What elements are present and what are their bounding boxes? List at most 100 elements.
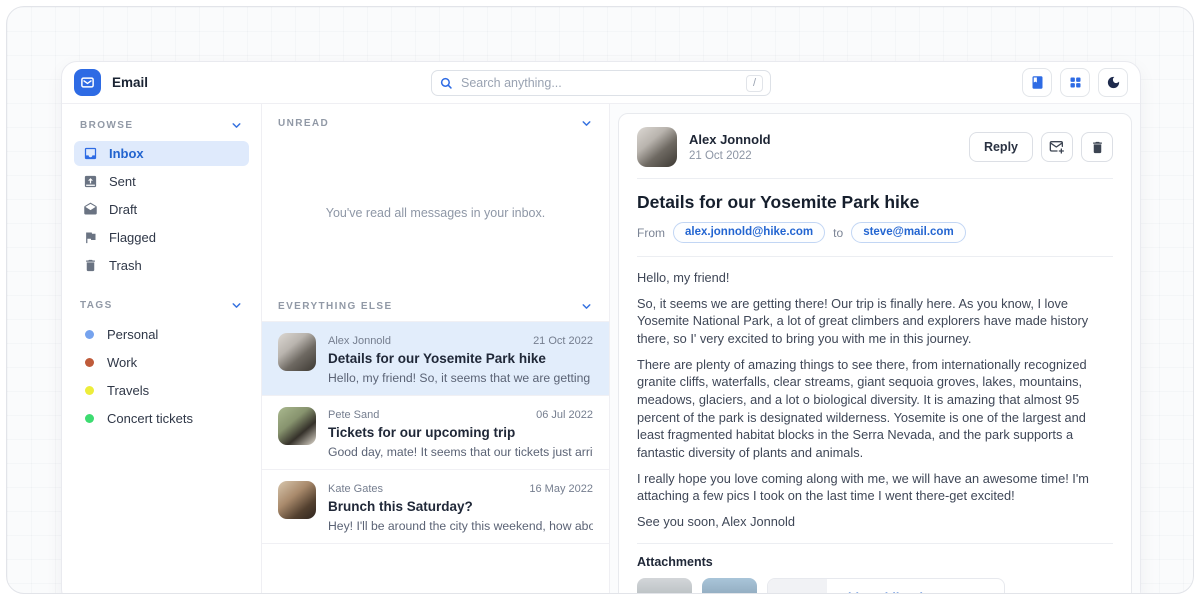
search-input[interactable]: Search anything... / [431, 70, 771, 96]
email-list-item[interactable]: Pete Sand 06 Jul 2022 Tickets for our up… [262, 396, 609, 470]
from-label: From [637, 226, 665, 240]
sidebar-item-sent[interactable]: Sent [74, 169, 249, 194]
avatar [278, 481, 316, 519]
email-detail-card: Alex Jonnold 21 Oct 2022 Reply [618, 113, 1132, 594]
everything-else-section-header: EVERYTHING ELSE [262, 287, 609, 321]
email-item-content: Pete Sand 06 Jul 2022 Tickets for our up… [328, 407, 593, 459]
app-header: Email Search anything... / [62, 62, 1140, 104]
email-date: 06 Jul 2022 [536, 409, 593, 421]
search-shortcut-badge: / [746, 75, 763, 92]
file-info: videos-hike.zip 100 MB [827, 579, 931, 594]
dark-mode-toggle[interactable] [1098, 68, 1128, 97]
everything-else-collapse-toggle[interactable] [580, 300, 593, 313]
attachments-row: videos-hike.zip 100 MB [637, 578, 1113, 594]
email-app-window: Email Search anything... / [61, 61, 1141, 594]
tags-section: TAGS Personal Work [74, 297, 249, 433]
browse-label: BROWSE [80, 120, 133, 131]
tag-color-dot [85, 414, 94, 423]
sidebar-item-trash[interactable]: Trash [74, 253, 249, 278]
email-logo[interactable] [74, 69, 101, 96]
apps-button[interactable] [1060, 68, 1090, 97]
email-sender: Alex Jonnold [328, 335, 391, 347]
tag-color-dot [85, 386, 94, 395]
email-list-item[interactable]: Kate Gates 16 May 2022 Brunch this Satur… [262, 470, 609, 544]
body-paragraph: I really hope you love coming along with… [637, 470, 1113, 505]
email-item-content: Kate Gates 16 May 2022 Brunch this Satur… [328, 481, 593, 533]
email-body: Hello, my friend! So, it seems we are ge… [637, 257, 1113, 544]
mail-list-pane: UNREAD You've read all messages in your … [262, 104, 610, 594]
to-email-chip[interactable]: steve@mail.com [851, 222, 965, 243]
forward-to-inbox-icon [1049, 139, 1065, 155]
sender-avatar [637, 127, 677, 167]
app-body: BROWSE Inbox Sent [62, 104, 1140, 594]
email-date: 21 Oct 2022 [533, 335, 593, 347]
tag-label: Concert tickets [107, 411, 193, 426]
unread-collapse-toggle[interactable] [580, 117, 593, 130]
header-actions [1022, 68, 1128, 97]
email-detail-pane: Alex Jonnold 21 Oct 2022 Reply [610, 104, 1140, 594]
attachment-photo-thumbnail[interactable] [637, 578, 692, 594]
email-snippet: Good day, mate! It seems that our ticket… [328, 445, 593, 459]
unread-section-header: UNREAD [262, 104, 609, 138]
sidebar-item-draft[interactable]: Draft [74, 197, 249, 222]
email-subject: Tickets for our upcoming trip [328, 425, 593, 440]
browser-frame: Email Search anything... / [6, 6, 1194, 594]
tag-label: Personal [107, 327, 158, 342]
file-name-link[interactable]: videos-hike.zip [841, 591, 931, 594]
chevron-down-icon [580, 300, 593, 313]
chevron-down-icon [230, 299, 243, 312]
email-item-content: Alex Jonnold 21 Oct 2022 Details for our… [328, 333, 593, 385]
detail-header: Alex Jonnold 21 Oct 2022 Reply [637, 127, 1113, 179]
email-snippet: Hey! I'll be around the city this weeken… [328, 519, 593, 533]
delete-button[interactable] [1081, 132, 1113, 162]
email-date: 16 May 2022 [529, 483, 593, 495]
avatar [278, 333, 316, 371]
tags-section-header: TAGS [74, 297, 249, 321]
email-subject: Details for our Yosemite Park hike [328, 351, 593, 366]
tag-color-dot [85, 358, 94, 367]
attachments-label: Attachments [637, 555, 1113, 569]
detail-sender-name: Alex Jonnold [689, 132, 771, 147]
tag-item-personal[interactable]: Personal [74, 321, 249, 349]
email-list-item[interactable]: Alex Jonnold 21 Oct 2022 Details for our… [262, 322, 609, 396]
body-paragraph: See you soon, Alex Jonnold [637, 513, 1113, 531]
brand: Email [74, 69, 148, 96]
app-title: Email [112, 75, 148, 90]
tag-color-dot [85, 330, 94, 339]
sidebar-item-label: Trash [109, 258, 142, 273]
file-icon-area [768, 579, 827, 594]
body-paragraph: Hello, my friend! [637, 269, 1113, 287]
inbox-icon [83, 146, 98, 161]
docs-button[interactable] [1022, 68, 1052, 97]
sent-icon [83, 174, 98, 189]
body-paragraph: There are plenty of amazing things to se… [637, 356, 1113, 462]
from-to-row: From alex.jonnold@hike.com to steve@mail… [637, 222, 1113, 257]
tags-collapse-toggle[interactable] [230, 299, 243, 312]
sidebar: BROWSE Inbox Sent [62, 104, 262, 594]
flag-icon [83, 230, 98, 245]
tag-item-travels[interactable]: Travels [74, 377, 249, 405]
attachment-photo-thumbnail[interactable] [702, 578, 757, 594]
browse-collapse-toggle[interactable] [230, 119, 243, 132]
trash-icon [83, 258, 98, 273]
chevron-down-icon [230, 119, 243, 132]
attachment-file-card[interactable]: videos-hike.zip 100 MB [767, 578, 1005, 594]
to-label: to [833, 226, 843, 240]
chevron-down-icon [580, 117, 593, 130]
sidebar-item-inbox[interactable]: Inbox [74, 141, 249, 166]
reply-button[interactable]: Reply [969, 132, 1033, 162]
unread-label: UNREAD [278, 118, 329, 129]
email-list: Alex Jonnold 21 Oct 2022 Details for our… [262, 321, 609, 544]
sidebar-item-flagged[interactable]: Flagged [74, 225, 249, 250]
browse-section-header: BROWSE [74, 117, 249, 141]
tag-item-concert-tickets[interactable]: Concert tickets [74, 405, 249, 433]
search-icon [439, 76, 453, 90]
sidebar-item-label: Sent [109, 174, 136, 189]
trash-icon [1090, 140, 1105, 155]
email-sender: Pete Sand [328, 409, 379, 421]
draft-icon [83, 202, 98, 217]
from-email-chip[interactable]: alex.jonnold@hike.com [673, 222, 825, 243]
forward-button[interactable] [1041, 132, 1073, 162]
tag-item-work[interactable]: Work [74, 349, 249, 377]
detail-actions: Reply [969, 132, 1113, 162]
